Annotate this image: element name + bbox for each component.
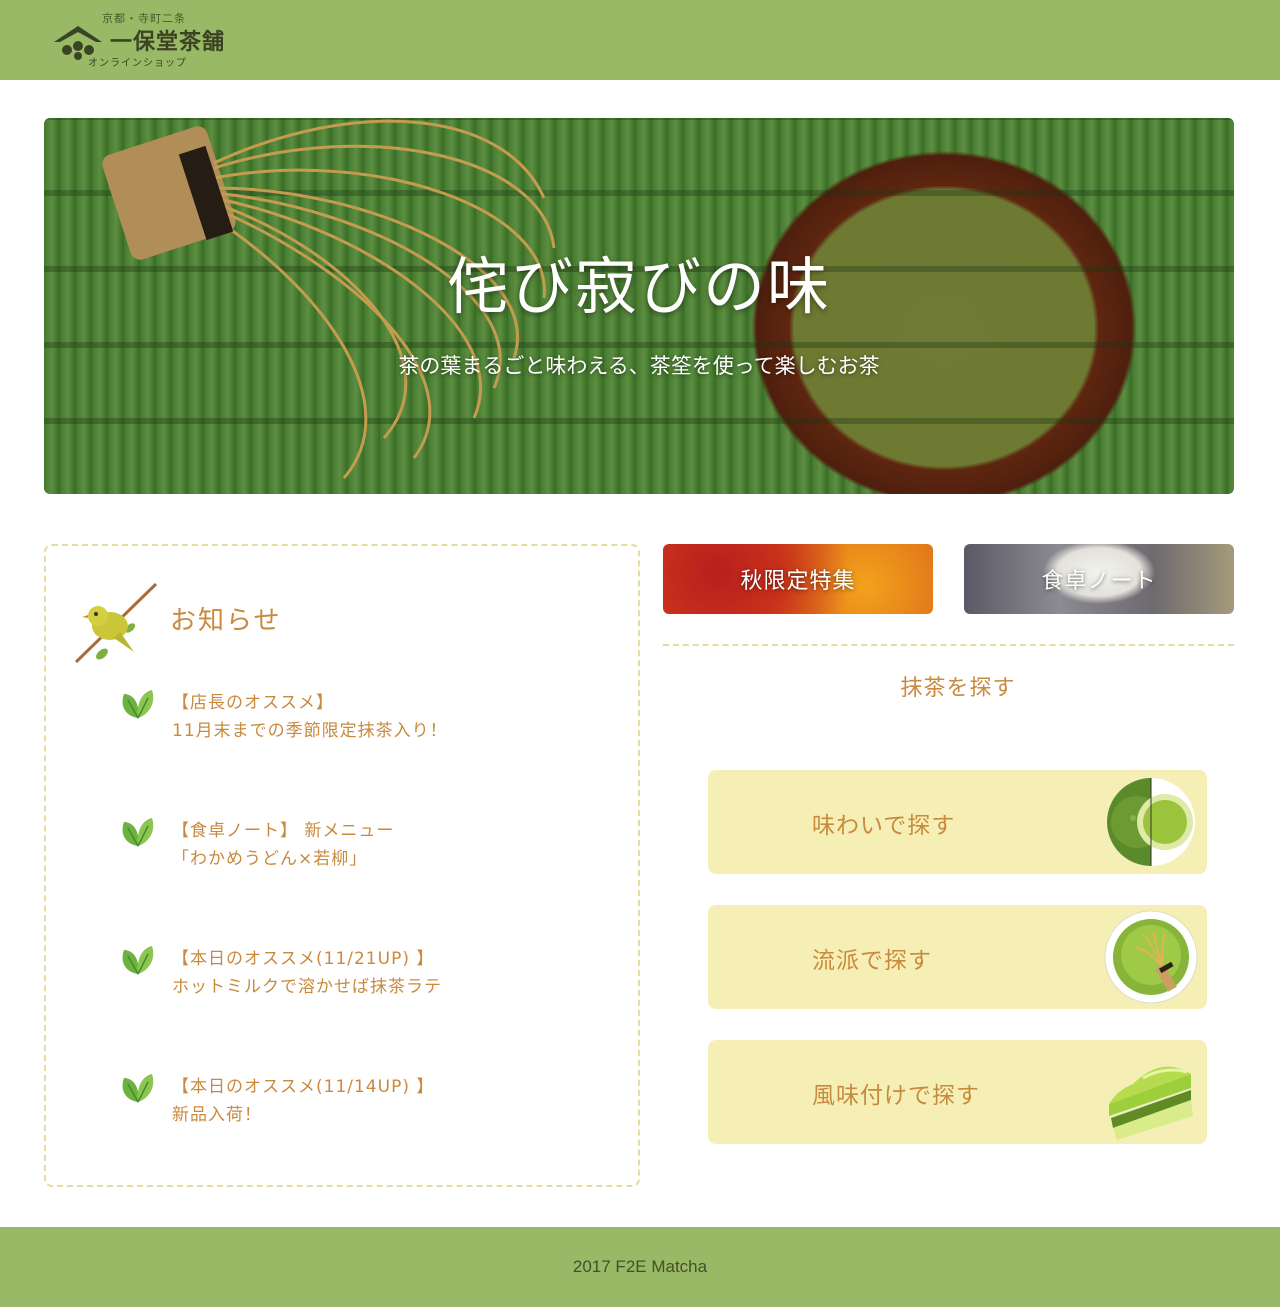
footer-copyright: 2017 F2E Matcha [572, 1257, 708, 1276]
hero-banner: 侘び寂びの味 茶の葉まるごと味わえる、茶筌を使って楽しむお茶 [44, 118, 1234, 494]
leaf-icon [122, 946, 154, 975]
hero-subtitle: 茶の葉まるごと味わえる、茶筌を使って楽しむお茶 [398, 354, 880, 378]
search-button-label: 味わいで探す [812, 813, 956, 839]
matcha-cake-icon [1109, 1066, 1193, 1140]
news-item-text: 11月末までの季節限定抹茶入り！ [172, 721, 448, 741]
leaf-icon [122, 818, 154, 847]
search-heading: 抹茶を探す [900, 676, 1016, 701]
search-by-taste-button[interactable]: 味わいで探す [708, 770, 1207, 874]
search-button-label: 風味付けで探す [812, 1083, 980, 1109]
news-item-title: 【本日のオススメ(11/21UP) 】 [172, 949, 435, 969]
news-item[interactable]: 【本日のオススメ(11/14UP) 】 新品入荷！ [120, 1072, 600, 1132]
news-item-title: 【食卓ノート】 新メニュー [172, 821, 395, 841]
leaf-icon [122, 1074, 154, 1103]
leaf-icon [122, 690, 154, 719]
autumn-feature-banner[interactable]: 秋限定特集 [663, 544, 933, 614]
logo-bottom-text: オンラインショップ [88, 58, 187, 69]
autumn-feature-label: 秋限定特集 [740, 569, 856, 594]
news-panel: お知らせ 【店長のオススメ】 11月末までの季節限定抹茶入り！ 【食卓ノート】 … [44, 544, 640, 1187]
hero-title: 侘び寂びの味 [446, 250, 831, 323]
matcha-bowl-icon [1107, 778, 1195, 866]
news-title: お知らせ [170, 606, 282, 636]
news-item-text: ホットミルクで溶かせば抹茶ラテ [172, 977, 442, 997]
bird-on-branch-icon [74, 582, 158, 664]
search-button-label: 流派で探す [812, 948, 932, 974]
news-item[interactable]: 【本日のオススメ(11/21UP) 】 ホットミルクで溶かせば抹茶ラテ [120, 944, 600, 1004]
news-item-text: 新品入荷！ [172, 1105, 262, 1125]
table-note-banner[interactable]: 食卓ノート [964, 544, 1234, 614]
site-footer: 2017 F2E Matcha [0, 1227, 1280, 1307]
news-item[interactable]: 【食卓ノート】 新メニュー 「わかめうどん×若柳」 [120, 816, 600, 876]
logo-name: 一保堂茶舗 [110, 29, 226, 55]
news-item-title: 【店長のオススメ】 [172, 693, 334, 713]
search-by-flavoring-button[interactable]: 風味付けで探す [708, 1040, 1207, 1144]
tea-whisk-bowl-icon [1104, 910, 1198, 1004]
news-item[interactable]: 【店長のオススメ】 11月末までの季節限定抹茶入り！ [120, 688, 600, 748]
search-by-school-button[interactable]: 流派で探す [708, 905, 1207, 1009]
site-header: 京都・寺町二条 一保堂茶舗 オンラインショップ [0, 0, 1280, 80]
news-item-text: 「わかめうどん×若柳」 [172, 849, 368, 869]
news-item-title: 【本日のオススメ(11/14UP) 】 [172, 1077, 435, 1097]
section-divider [663, 644, 1234, 646]
table-note-label: 食卓ノート [1041, 569, 1157, 594]
site-logo[interactable]: 京都・寺町二条 一保堂茶舗 オンラインショップ [52, 10, 252, 72]
